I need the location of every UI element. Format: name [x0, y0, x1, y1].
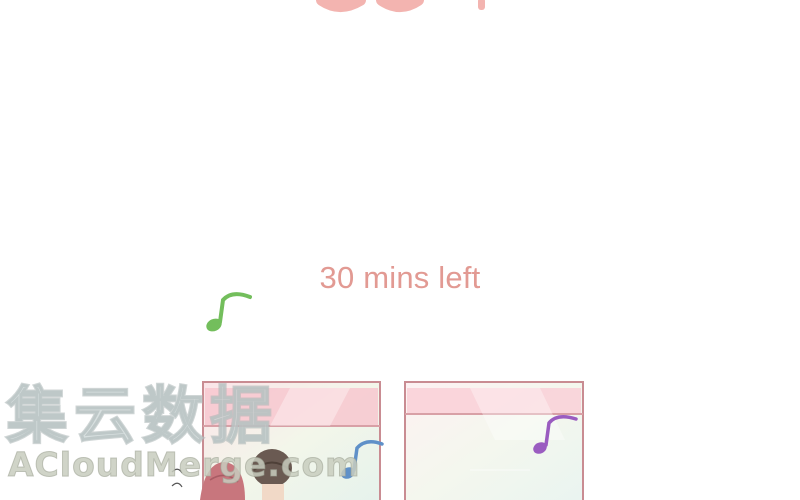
thought-swirl-icon	[171, 468, 183, 488]
right-window	[404, 381, 584, 500]
music-note-icon	[206, 292, 252, 332]
comic-panel: 30 mins left 集云数据 ACloudMerge.com	[0, 0, 800, 500]
music-room-illustration	[171, 292, 584, 500]
